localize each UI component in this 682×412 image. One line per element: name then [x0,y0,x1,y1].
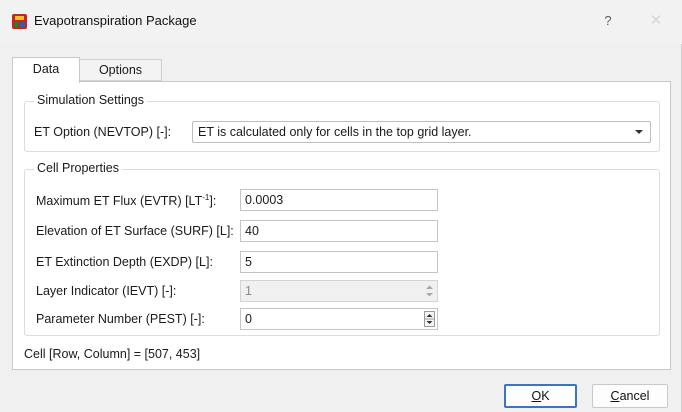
et-option-value: ET is calculated only for cells in the t… [198,125,472,139]
spinner-arrows-icon[interactable] [424,311,435,327]
extinction-depth-label: ET Extinction Depth (EXDP) [L]: [36,255,213,269]
parameter-number-label: Parameter Number (PEST) [-]: [36,312,205,326]
max-et-flux-input[interactable]: 0.0003 [240,189,438,211]
et-option-label: ET Option (NEVTOP) [-]: [34,125,172,139]
max-et-flux-label: Maximum ET Flux (EVTR) [LT-1]: [36,193,217,209]
app-icon [12,14,27,29]
et-option-dropdown[interactable]: ET is calculated only for cells in the t… [192,121,651,143]
elevation-surface-input[interactable]: 40 [240,220,438,242]
chevron-down-icon [635,130,643,134]
close-button[interactable]: ✕ [644,10,668,32]
ok-button[interactable]: OK [504,384,577,408]
help-button[interactable]: ? [596,10,620,32]
cancel-button[interactable]: Cancel [592,384,668,408]
layer-indicator-spinner: 1 [240,280,438,302]
elevation-surface-label: Elevation of ET Surface (SURF) [L]: [36,224,234,238]
title-bar: Evapotranspiration Package ? ✕ [0,0,682,44]
tab-options[interactable]: Options [80,59,162,81]
simulation-settings-group: Simulation Settings ET Option (NEVTOP) [… [24,93,660,152]
tab-panel-data: Simulation Settings ET Option (NEVTOP) [… [12,81,671,370]
cell-location-status: Cell [Row, Column] = [507, 453] [24,347,201,361]
spinner-arrows-icon [426,285,433,297]
dialog-window: Evapotranspiration Package ? ✕ Data Opti… [0,0,682,412]
cell-properties-title: Cell Properties [34,161,122,175]
simulation-settings-title: Simulation Settings [34,93,148,107]
parameter-number-spinner[interactable]: 0 [240,308,438,330]
layer-indicator-label: Layer Indicator (IEVT) [-]: [36,284,177,298]
window-title: Evapotranspiration Package [34,13,197,28]
tab-data[interactable]: Data [12,57,80,83]
extinction-depth-input[interactable]: 5 [240,251,438,273]
cell-properties-group: Cell Properties Maximum ET Flux (EVTR) [… [24,161,660,336]
